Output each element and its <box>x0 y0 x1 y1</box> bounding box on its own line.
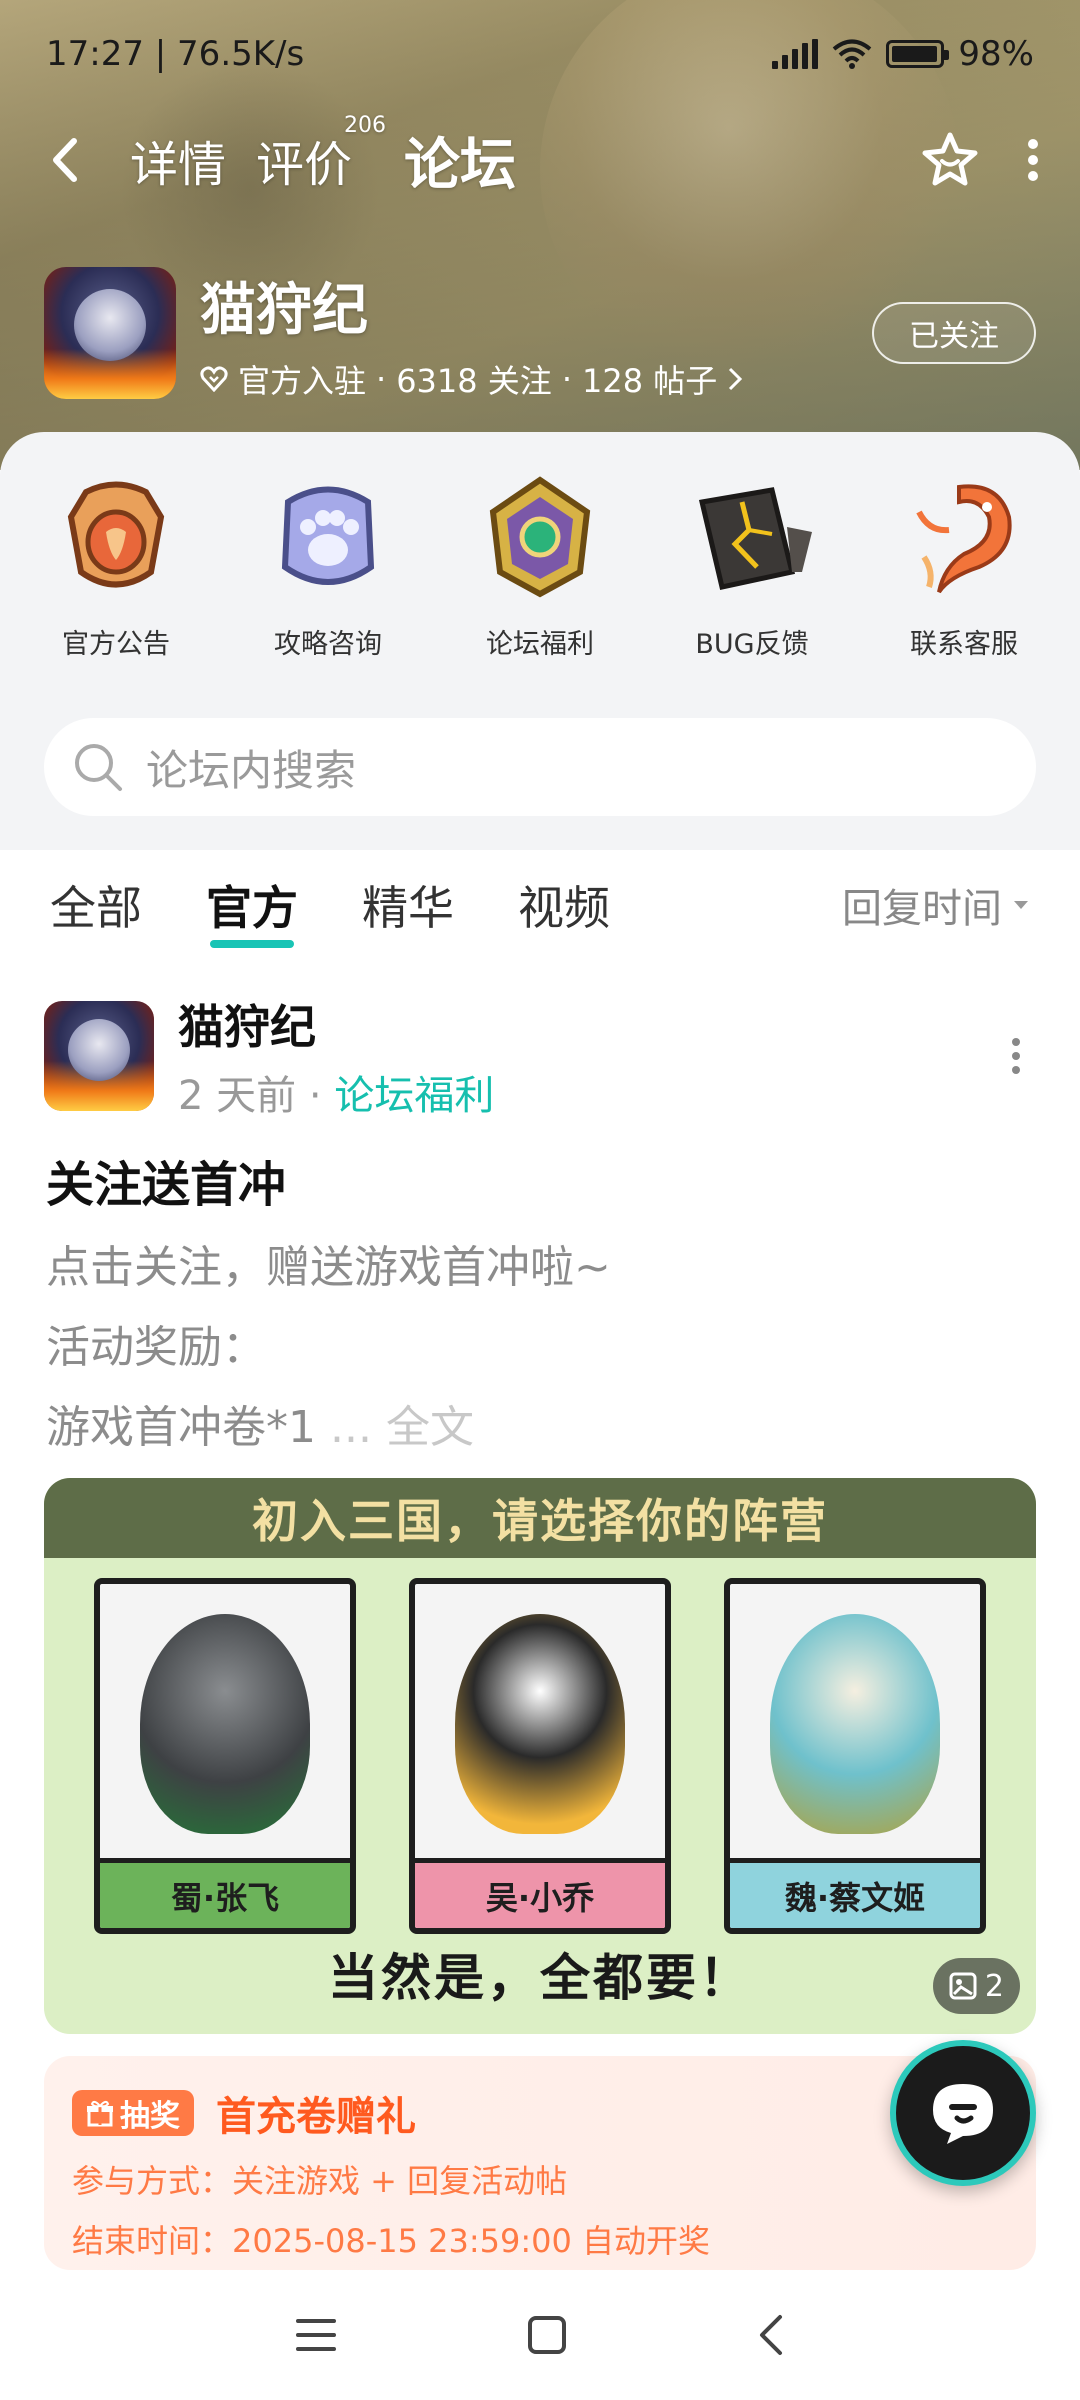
chat-bubble-icon <box>933 2084 993 2144</box>
post-body[interactable]: 点击关注，赠送游戏首冲啦~ 活动奖励： 游戏首冲卷*1 ... 全文 <box>46 1228 1034 1468</box>
favorite-star-icon[interactable] <box>920 131 980 189</box>
chat-fab-button[interactable] <box>890 2040 1036 2186</box>
cracked-stone-icon <box>687 472 817 602</box>
post-image[interactable]: 初入三国，请选择你的阵营 蜀·张飞 吴·小乔 魏·蔡文姬 当然是，全都要！ 2 <box>44 1478 1036 2034</box>
banner-slogan: 当然是，全都要！ <box>328 1949 752 2007</box>
filter-official[interactable]: 官方 <box>206 872 298 948</box>
author-avatar[interactable] <box>44 1001 154 1111</box>
post-tag[interactable]: 论坛福利 <box>334 1073 494 1119</box>
koi-fish-icon <box>899 472 1029 602</box>
banner-heading: 初入三国，请选择你的阵营 <box>44 1478 1036 1558</box>
post-meta: 2 天前 · 论坛福利 <box>178 1073 495 1119</box>
forum-sections: 官方公告 攻略咨询 论坛福利 BUG反馈 联系客服 论坛内搜索 <box>0 432 1080 850</box>
followed-button[interactable]: 已关注 <box>872 302 1036 364</box>
section-guides[interactable]: 攻略咨询 <box>228 472 428 661</box>
official-heart-icon <box>200 366 228 392</box>
gift-icon <box>87 2100 113 2127</box>
post-more-icon[interactable] <box>996 1038 1036 1074</box>
system-back-icon[interactable] <box>756 2313 786 2357</box>
menu-icon[interactable] <box>294 2317 338 2353</box>
post-title[interactable]: 关注送首冲 <box>46 1145 286 1215</box>
header-banner: 17:27 | 76.5K/s 98% 详情 评价 206 论坛 猫狩纪 官方入… <box>0 0 1080 470</box>
faction-card-wei: 魏·蔡文姬 <box>724 1578 986 1934</box>
paw-badge-icon <box>263 472 393 602</box>
system-nav-bar <box>0 2270 1080 2400</box>
tab-reviews[interactable]: 评价 206 <box>256 113 386 195</box>
lottery-badge: 抽奖 <box>72 2090 194 2136</box>
game-meta[interactable]: 官方入驻 · 6318 关注 · 128 帖子 <box>200 356 872 402</box>
read-full-link[interactable]: 全文 <box>386 1402 474 1453</box>
image-count-badge: 2 <box>932 1958 1020 2014</box>
post-filter-tabs: 全部 官方 精华 视频 回复时间 <box>0 850 1080 960</box>
game-header: 猫狩纪 官方入驻 · 6318 关注 · 128 帖子 已关注 <box>44 266 1036 400</box>
game-title: 猫狩纪 <box>200 277 368 343</box>
shield-badge-icon <box>51 472 181 602</box>
forum-search-input[interactable]: 论坛内搜索 <box>44 718 1036 816</box>
wifi-icon <box>833 39 872 69</box>
tab-details[interactable]: 详情 <box>130 125 226 195</box>
filter-video[interactable]: 视频 <box>518 872 610 938</box>
reviews-count: 206 <box>344 113 387 138</box>
game-icon[interactable] <box>44 267 176 399</box>
tab-forum[interactable]: 论坛 <box>398 120 523 201</box>
search-icon <box>75 744 122 791</box>
lottery-card[interactable]: 抽奖 首充卷赠礼 参与方式：关注游戏 + 回复活动帖 结束时间：2025-08-… <box>44 2056 1036 2270</box>
image-icon <box>949 1972 977 2000</box>
home-square-icon[interactable] <box>526 2314 568 2356</box>
lottery-title: 首充卷赠礼 <box>216 2094 416 2140</box>
author-name[interactable]: 猫狩纪 <box>178 991 996 1057</box>
section-customer-service[interactable]: 联系客服 <box>864 472 1064 661</box>
battery-percent: 98% <box>958 34 1034 74</box>
battery-icon <box>886 40 950 68</box>
chevron-right-icon <box>729 367 743 390</box>
faction-card-wu: 吴·小乔 <box>409 1578 671 1934</box>
section-bug-report[interactable]: BUG反馈 <box>652 472 852 661</box>
lottery-end-time: 结束时间：2025-08-15 23:59:00 自动开奖 <box>72 2222 711 2260</box>
top-nav: 详情 评价 206 论坛 <box>50 113 1040 201</box>
back-button[interactable] <box>50 130 100 190</box>
gem-badge-icon <box>475 472 605 602</box>
section-benefits[interactable]: 论坛福利 <box>440 472 640 661</box>
search-placeholder: 论坛内搜索 <box>146 745 357 795</box>
filter-all[interactable]: 全部 <box>50 872 142 938</box>
back-arrow-icon <box>53 138 77 182</box>
signal-icon <box>772 39 819 69</box>
lottery-participation: 参与方式：关注游戏 + 回复活动帖 <box>72 2162 568 2200</box>
faction-card-shu: 蜀·张飞 <box>94 1578 356 1934</box>
status-time: 17:27 | 76.5K/s <box>46 34 305 74</box>
more-vertical-icon[interactable] <box>1026 138 1040 182</box>
section-announcements[interactable]: 官方公告 <box>16 472 216 661</box>
sort-dropdown[interactable]: 回复时间 <box>842 876 1030 934</box>
status-bar: 17:27 | 76.5K/s 98% <box>46 30 1034 78</box>
post-header: 猫狩纪 2 天前 · 论坛福利 <box>44 1000 1036 1119</box>
filter-featured[interactable]: 精华 <box>362 872 454 938</box>
caret-down-icon <box>1014 901 1028 909</box>
